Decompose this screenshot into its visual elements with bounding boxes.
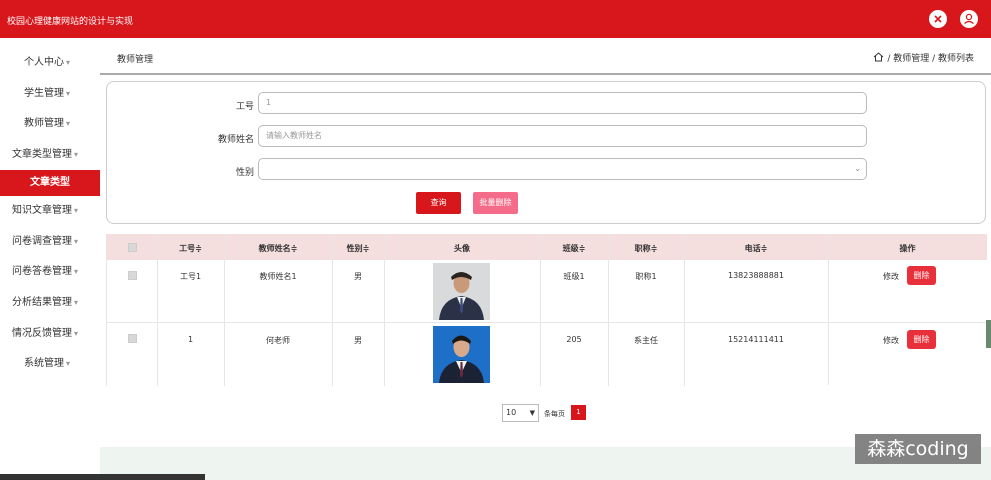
cell-class: 班级1	[563, 272, 585, 281]
sidebar-item-teachers[interactable]: 教师管理 ▾	[0, 111, 100, 137]
cell-class: 205	[566, 335, 582, 344]
home-icon[interactable]	[873, 52, 884, 62]
id-label: 工号	[235, 102, 254, 112]
sidebar-item-label: 分析结果管理	[12, 297, 72, 308]
name-label: 教师姓名	[217, 135, 254, 145]
column-divider	[384, 234, 385, 386]
sidebar-item-students[interactable]: 学生管理 ▾	[0, 81, 100, 107]
teacher-avatar-photo	[433, 326, 490, 383]
cell-gender: 男	[354, 272, 362, 281]
column-divider	[684, 234, 685, 386]
teacher-table: 工号≑ 教师姓名≑ 性别≑ 头像 班级≑ 职称≑ 电话≑ 操作 工号1 教师姓名…	[106, 234, 987, 386]
sidebar-item-label: 教师管理	[24, 118, 64, 129]
sidebar-item-answer-sheets[interactable]: 问卷答卷管理 ▾	[0, 259, 100, 285]
breadcrumb-path[interactable]: / 教师管理 / 教师列表	[887, 54, 974, 64]
sidebar: 个人中心 ▾ 学生管理 ▾ 教师管理 ▾ 文章类型管理 ▾ 文章类型 知识文章管理 ▾ 问…	[0, 38, 100, 480]
sidebar-item-label: 个人中心	[24, 57, 64, 68]
user-icon[interactable]	[960, 10, 978, 28]
chevron-down-icon: ⌄	[854, 164, 861, 173]
id-input[interactable]: 1	[258, 92, 867, 114]
header-phone[interactable]: 电话≑	[684, 243, 828, 254]
cell-gender: 男	[354, 336, 362, 345]
chevron-down-icon: ▾	[66, 359, 71, 368]
column-divider	[608, 234, 609, 386]
sidebar-item-label: 问卷答卷管理	[12, 266, 72, 277]
sidebar-item-personal-center[interactable]: 个人中心 ▾	[0, 50, 100, 76]
chevron-down-icon: ▾	[66, 89, 71, 98]
sidebar-item-analysis-results[interactable]: 分析结果管理 ▾	[0, 290, 100, 316]
cell-id: 1	[187, 335, 194, 344]
sidebar-item-label: 系统管理	[24, 358, 64, 369]
edit-button[interactable]: 修改	[883, 335, 899, 346]
chevron-down-icon: ▾	[74, 206, 79, 215]
top-bar: 校园心理健康网站的设计与实现	[0, 0, 991, 38]
per-page-label: 条每页	[544, 410, 565, 418]
chevron-down-icon: ▾	[66, 58, 71, 67]
sidebar-item-label: 学生管理	[24, 88, 64, 99]
sidebar-item-system[interactable]: 系统管理 ▾	[0, 351, 100, 377]
chevron-down-icon: ▼	[529, 409, 535, 417]
header-class[interactable]: 班级≑	[540, 243, 608, 254]
chevron-down-icon: ▾	[66, 119, 71, 128]
cell-title: 职称1	[635, 272, 657, 281]
sidebar-item-feedback[interactable]: 情况反馈管理 ▾	[0, 321, 100, 347]
gender-select[interactable]: ⌄	[258, 158, 867, 180]
column-divider	[224, 234, 225, 386]
cell-name: 何老师	[266, 336, 290, 345]
header-gender[interactable]: 性别≑	[332, 243, 384, 254]
watermark: 森森coding	[855, 434, 981, 464]
delete-button[interactable]: 删除	[907, 266, 936, 285]
header-id[interactable]: 工号≑	[157, 243, 224, 254]
column-divider	[540, 234, 541, 386]
column-divider	[828, 234, 829, 386]
page-size-value: 10	[506, 408, 517, 417]
cell-phone: 13823888881	[728, 271, 784, 280]
chevron-down-icon: ▾	[74, 267, 79, 276]
cell-name: 教师姓名1	[259, 272, 297, 281]
cell-phone: 15214111411	[728, 335, 784, 344]
close-icon[interactable]	[929, 10, 947, 28]
sidebar-item-label: 情况反馈管理	[12, 328, 72, 339]
breadcrumb: / 教师管理 / 教师列表	[873, 51, 974, 64]
edit-button[interactable]: 修改	[883, 271, 899, 282]
app-title: 校园心理健康网站的设计与实现	[7, 17, 134, 27]
select-all-checkbox[interactable]	[128, 243, 137, 252]
sidebar-item-label: 知识文章管理	[12, 205, 72, 216]
sidebar-item-label: 文章类型管理	[12, 149, 72, 160]
teacher-avatar-photo	[433, 263, 490, 320]
sidebar-item-label: 文章类型	[30, 177, 70, 188]
sidebar-item-article-type-mgmt[interactable]: 文章类型管理 ▾	[0, 142, 100, 168]
row-checkbox[interactable]	[128, 271, 137, 280]
header-name[interactable]: 教师姓名≑	[224, 243, 332, 254]
chevron-down-icon: ▾	[74, 237, 79, 246]
row-checkbox[interactable]	[128, 334, 137, 343]
chevron-down-icon: ▾	[74, 329, 79, 338]
gender-label: 性别	[235, 168, 254, 178]
page-number-button[interactable]: 1	[571, 405, 586, 420]
chevron-down-icon: ▾	[74, 150, 79, 159]
cell-title: 系主任	[634, 336, 658, 345]
sidebar-subitem-article-type[interactable]: 文章类型	[0, 170, 100, 196]
page-size-select[interactable]: 10 ▼	[502, 404, 539, 422]
sidebar-item-label: 问卷调查管理	[12, 236, 72, 247]
query-button[interactable]: 查询	[416, 192, 461, 214]
cell-id: 工号1	[179, 272, 202, 281]
column-divider	[157, 234, 158, 386]
breadcrumb-bar: 教师管理 / 教师管理 / 教师列表	[100, 38, 991, 75]
column-divider	[332, 234, 333, 386]
name-input[interactable]: 请输入教师姓名	[258, 125, 867, 147]
row-divider	[107, 322, 987, 323]
header-avatar: 头像	[454, 244, 470, 253]
header-title[interactable]: 职称≑	[608, 243, 684, 254]
batch-delete-button[interactable]: 批量删除	[473, 192, 518, 214]
delete-button[interactable]: 删除	[907, 330, 936, 349]
chevron-down-icon: ▾	[74, 298, 79, 307]
scrollbar-thumb[interactable]	[986, 320, 991, 348]
sidebar-item-surveys[interactable]: 问卷调查管理 ▾	[0, 229, 100, 255]
sidebar-item-knowledge-articles[interactable]: 知识文章管理 ▾	[0, 198, 100, 224]
status-bar	[0, 474, 205, 480]
header-actions: 操作	[899, 244, 916, 253]
page-title: 教师管理	[117, 55, 154, 65]
